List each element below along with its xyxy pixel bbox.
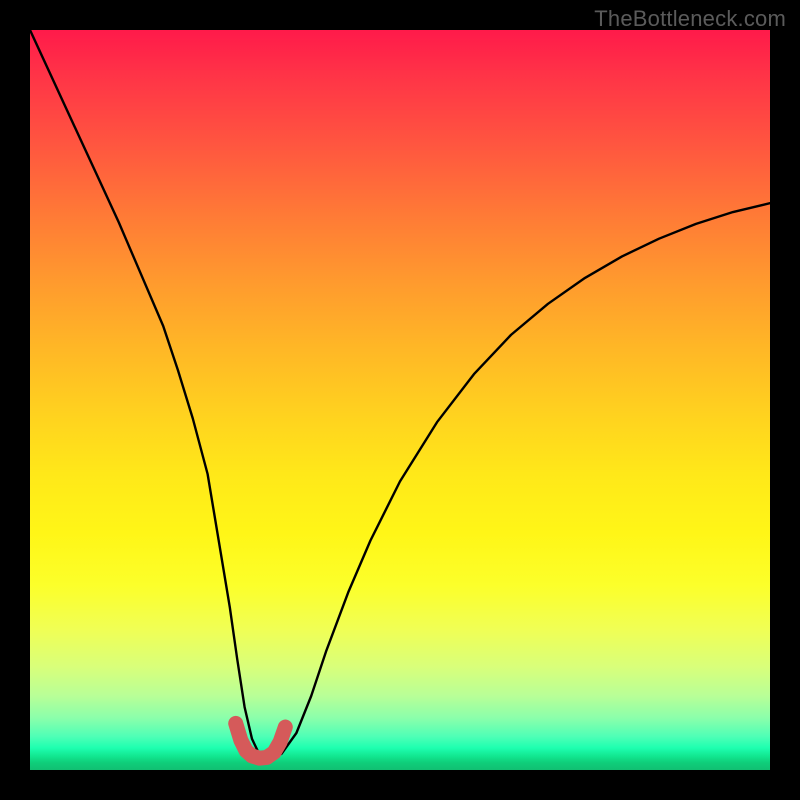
bottleneck-curve-line (30, 30, 770, 760)
watermark-text: TheBottleneck.com (594, 6, 786, 32)
optimal-zone-marker (236, 723, 286, 758)
bottleneck-chart (30, 30, 770, 770)
